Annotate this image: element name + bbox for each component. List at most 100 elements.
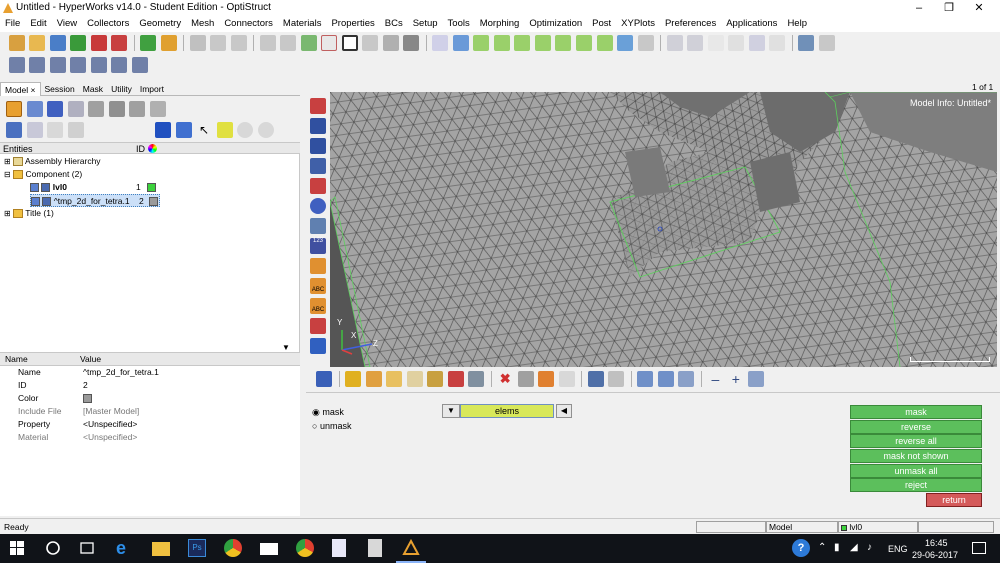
chrome-icon-2[interactable] (296, 539, 314, 557)
solid-tool-icon[interactable] (310, 138, 326, 154)
graphics-viewport[interactable]: Model Info: Untitled* Y X Z (330, 92, 997, 367)
tab-utility[interactable]: Utility (107, 82, 136, 96)
import-icon[interactable] (29, 35, 46, 51)
window-icon[interactable] (321, 35, 338, 51)
tree-row-title[interactable]: ⊞ Title (1) (4, 207, 54, 220)
part-browser-icon[interactable] (111, 57, 128, 73)
group-tool-icon[interactable] (310, 218, 326, 234)
reset-selection-icon[interactable]: ◀ (556, 404, 572, 418)
menu-properties[interactable]: Properties (326, 16, 379, 31)
measure-tool-icon[interactable] (310, 338, 326, 354)
expand-cube-icon[interactable] (6, 122, 22, 138)
material-color-icon[interactable] (406, 371, 423, 387)
properties-icon[interactable] (67, 101, 84, 117)
star-icon[interactable] (345, 371, 362, 387)
model-browser-icon[interactable] (160, 35, 177, 51)
export-solver-icon[interactable] (90, 35, 107, 51)
menu-bcs[interactable]: BCs (380, 16, 408, 31)
reverse-all-button[interactable]: reverse all (850, 434, 982, 448)
video-icon[interactable] (131, 57, 148, 73)
menu-optimization[interactable]: Optimization (524, 16, 587, 31)
undo-arrow-icon[interactable] (259, 35, 276, 51)
menu-tools[interactable]: Tools (443, 16, 475, 31)
return-button[interactable]: return (926, 493, 982, 507)
task-view-icon[interactable] (78, 539, 96, 557)
assemblies-icon[interactable] (26, 101, 43, 117)
eye-hide-icon[interactable] (257, 122, 274, 138)
zoom-icon[interactable] (432, 35, 449, 51)
screenshot-icon[interactable] (403, 35, 420, 51)
radio-unmask[interactable]: ○ unmask (312, 421, 351, 431)
view-xy-icon[interactable] (473, 35, 490, 51)
menu-applications[interactable]: Applications (721, 16, 782, 31)
wrench-icon[interactable] (608, 371, 625, 387)
close-tab-icon[interactable]: × (31, 85, 36, 95)
loadcols-icon[interactable] (88, 101, 105, 117)
reverse-button[interactable]: reverse (850, 420, 982, 434)
collapse-arrow-icon[interactable]: ▼ (282, 343, 290, 352)
photoshop-icon[interactable]: Ps (188, 539, 206, 557)
view-zy-icon[interactable] (575, 35, 592, 51)
tab-mask[interactable]: Mask (79, 82, 107, 96)
next-arrow-icon[interactable] (657, 371, 674, 387)
undo-icon[interactable] (798, 35, 815, 51)
chrome-icon[interactable] (224, 539, 242, 557)
minimize-button[interactable]: – (904, 0, 934, 16)
redo-icon[interactable] (818, 35, 835, 51)
abc-delete-icon[interactable]: ABC (310, 298, 326, 314)
ppt-icon[interactable] (111, 35, 128, 51)
tree-row-lvl0[interactable]: lvl0 1 (30, 181, 160, 194)
grid-icon[interactable] (587, 371, 604, 387)
capture-icon[interactable] (382, 35, 399, 51)
sphere-tool-icon[interactable] (310, 198, 326, 214)
view-yx-icon[interactable] (493, 35, 510, 51)
view-yz-icon[interactable] (555, 35, 572, 51)
systems-icon[interactable] (108, 101, 125, 117)
menu-connectors[interactable]: Connectors (219, 16, 278, 31)
menu-materials[interactable]: Materials (278, 16, 327, 31)
reset-view-icon[interactable] (769, 35, 786, 51)
layout-icon[interactable] (362, 35, 379, 51)
file-explorer-icon[interactable] (152, 542, 170, 556)
calculator-icon[interactable] (368, 539, 382, 557)
component-color-swatch[interactable] (149, 197, 158, 206)
menu-edit[interactable]: Edit (25, 16, 51, 31)
chart-tool-icon[interactable] (310, 258, 326, 274)
document-icon[interactable] (332, 539, 346, 557)
materials-icon[interactable] (47, 101, 64, 117)
property-row[interactable]: Color (0, 392, 300, 405)
menu-mesh[interactable]: Mesh (186, 16, 219, 31)
shade-icon[interactable] (617, 35, 634, 51)
restore-button[interactable]: ❐ (934, 0, 964, 16)
translate-icon[interactable] (728, 35, 745, 51)
clock-date[interactable]: 29-06-2017 (912, 550, 958, 560)
filter-icon[interactable] (67, 122, 84, 138)
tree-row-tmp[interactable]: ^tmp_2d_for_tetra.1 2 (30, 194, 160, 207)
display-none-icon[interactable] (175, 122, 192, 138)
show-hierarchy-icon[interactable] (26, 122, 43, 138)
mask-not-shown-button[interactable]: mask not shown (850, 449, 982, 463)
mask-icon[interactable] (517, 371, 534, 387)
user-profile-icon[interactable] (140, 35, 157, 51)
view-xz-icon[interactable] (514, 35, 531, 51)
tab-session[interactable]: Session (41, 82, 79, 96)
mask-button[interactable]: mask (850, 405, 982, 419)
menu-preferences[interactable]: Preferences (660, 16, 721, 31)
arrow-left-icon[interactable] (452, 35, 469, 51)
elems-selector[interactable]: elems (460, 404, 554, 418)
magnify-icon[interactable] (666, 35, 683, 51)
fit-icon[interactable] (300, 35, 317, 51)
property-row[interactable]: Include File [Master Model] (0, 405, 300, 418)
menu-file[interactable]: File (0, 16, 25, 31)
tools-icon[interactable] (129, 101, 146, 117)
save-icon[interactable] (49, 35, 66, 51)
tab-model[interactable]: Model × (0, 82, 41, 96)
display-all-icon[interactable] (155, 122, 171, 138)
include-icon[interactable] (29, 57, 46, 73)
loop-icon[interactable] (748, 371, 765, 387)
wifi-icon[interactable]: ◢ (850, 542, 858, 553)
load-color-icon[interactable] (447, 371, 464, 387)
power-icon[interactable]: ▮ (834, 542, 840, 553)
component-tool-icon[interactable] (310, 98, 326, 114)
close-button[interactable]: ✕ (964, 0, 994, 16)
